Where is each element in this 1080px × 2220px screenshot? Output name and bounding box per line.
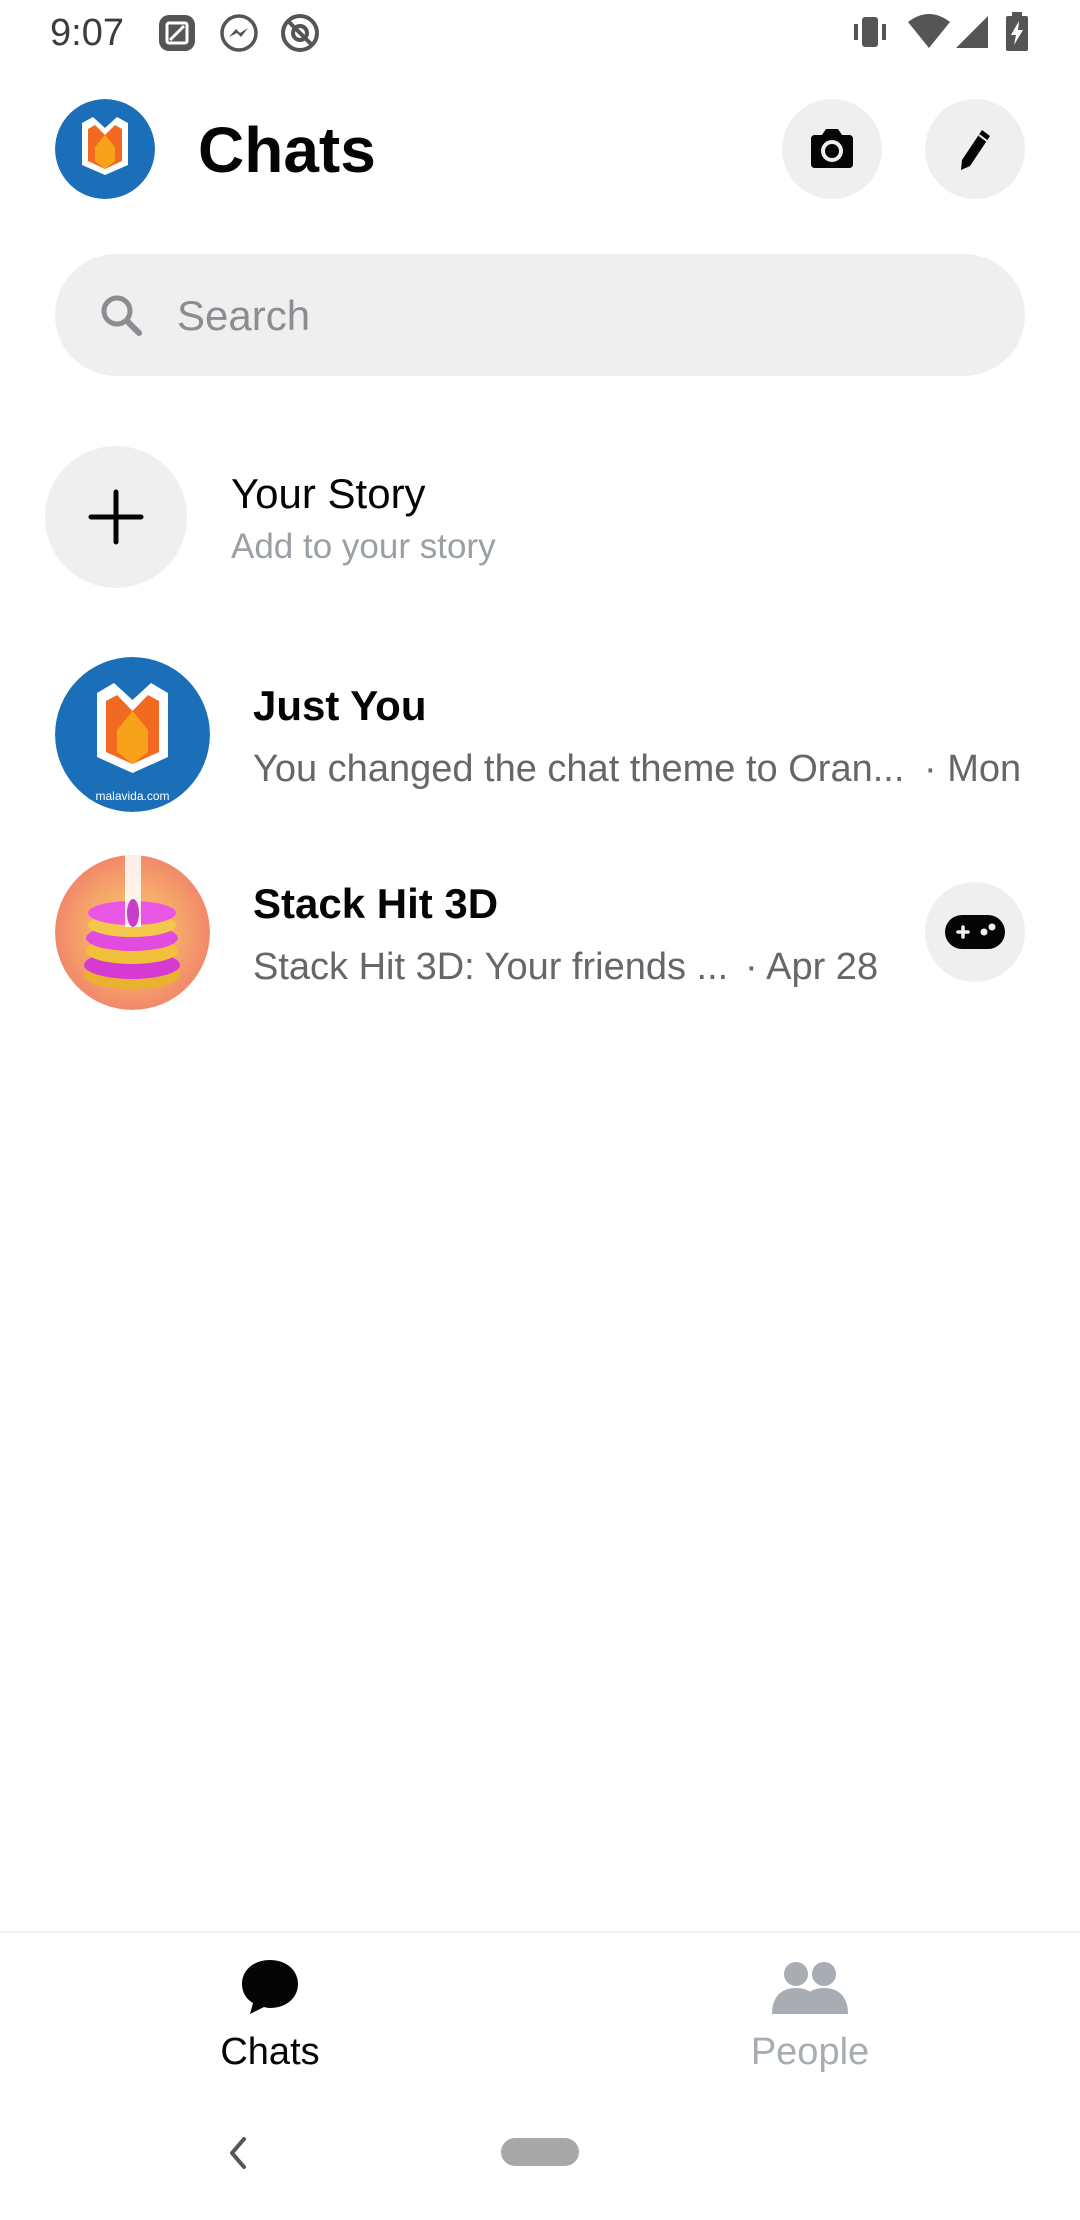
malavida-logo-icon: malavida.com — [55, 657, 210, 812]
tab-chats[interactable]: Chats — [170, 1950, 370, 2080]
compose-button[interactable] — [925, 99, 1025, 199]
system-home-pill[interactable] — [501, 2138, 579, 2166]
profile-avatar[interactable] — [55, 99, 155, 199]
chat-name: Stack Hit 3D — [253, 880, 499, 927]
bottom-nav-divider — [0, 1931, 1080, 1933]
tab-people[interactable]: People — [710, 1950, 910, 2080]
chat-name: Just You — [253, 682, 427, 729]
chat-row-stack-hit-3d[interactable]: Stack Hit 3D Stack Hit 3D: Your friends … — [0, 838, 1080, 1028]
chat-preview: Stack Hit 3D: Your friends ... — [253, 946, 729, 988]
screenshot-icon — [159, 15, 195, 51]
play-game-button[interactable] — [925, 882, 1025, 982]
system-back-icon[interactable] — [222, 2133, 252, 2173]
chat-row-just-you[interactable]: malavida.com Just You You changed the ch… — [0, 640, 1080, 830]
plus-icon — [88, 489, 144, 545]
camera-button[interactable] — [782, 99, 882, 199]
messenger-notification-icon — [220, 14, 258, 52]
gamepad-icon — [945, 915, 1005, 949]
malavida-logo-icon — [55, 99, 155, 199]
search-icon — [101, 295, 142, 336]
signal-icon — [956, 16, 988, 48]
chat-bubble-icon — [242, 1960, 298, 2014]
avatar-watermark-text: malavida.com — [95, 789, 169, 803]
tab-people-label: People — [750, 2031, 870, 2073]
chat-avatar: malavida.com — [55, 657, 210, 812]
stack-hit-game-icon — [55, 855, 210, 1010]
tab-chats-label: Chats — [220, 2031, 320, 2073]
add-story-button[interactable] — [45, 446, 187, 588]
wifi-icon — [908, 14, 950, 48]
chat-time: · Mon — [924, 748, 1022, 790]
search-bar[interactable] — [55, 254, 1025, 378]
vibrate-icon — [854, 17, 886, 47]
story-subtitle: Add to your story — [231, 527, 496, 566]
chat-avatar — [55, 855, 210, 1010]
battery-charging-icon — [1006, 12, 1028, 51]
do-not-disturb-icon — [281, 14, 319, 52]
camera-icon — [811, 129, 853, 168]
pencil-icon — [961, 130, 990, 170]
page-title: Chats — [198, 114, 376, 186]
search-input[interactable] — [175, 254, 979, 378]
story-title[interactable]: Your Story — [231, 468, 426, 520]
chat-preview: You changed the chat theme to Oran... — [253, 748, 905, 790]
status-time: 9:07 — [50, 12, 124, 54]
people-icon — [772, 1962, 848, 2014]
chat-time: · Apr 28 — [745, 946, 879, 988]
